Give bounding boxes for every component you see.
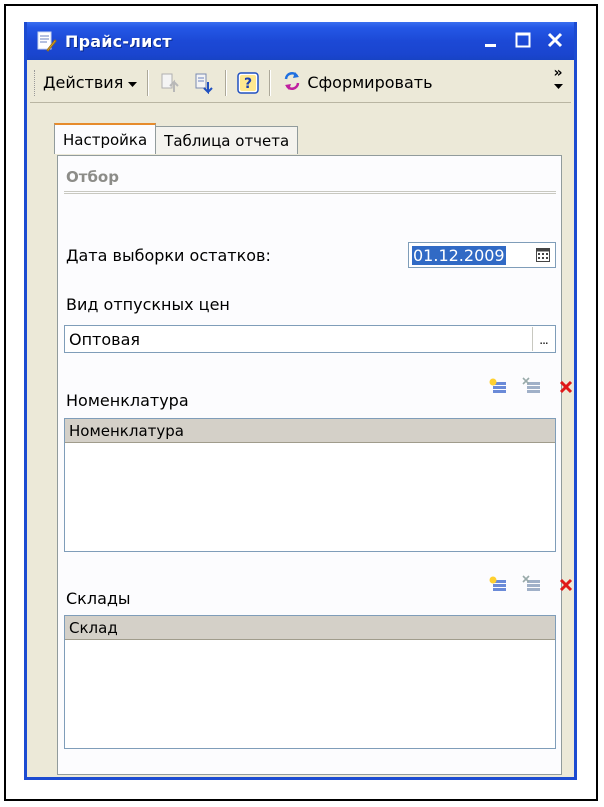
- close-icon[interactable]: [542, 27, 568, 53]
- price-type-value: Оптовая: [69, 329, 141, 349]
- nomenclature-label: Номенклатура: [66, 391, 189, 410]
- help-icon[interactable]: ?: [233, 68, 263, 98]
- delete-row-icon[interactable]: [522, 575, 542, 595]
- window-controls: [478, 27, 568, 53]
- svg-text:?: ?: [244, 76, 252, 92]
- tab-report-table[interactable]: Таблица отчета: [155, 126, 299, 154]
- chevron-down-icon: [553, 84, 563, 89]
- clear-icon[interactable]: [556, 377, 576, 397]
- actions-label: Действия: [43, 73, 124, 92]
- title-bar[interactable]: Прайс-лист: [27, 22, 574, 60]
- maximize-icon[interactable]: [510, 27, 536, 53]
- generate-label: Сформировать: [307, 73, 433, 92]
- window-title: Прайс-лист: [65, 31, 172, 51]
- column-header-nomenclature[interactable]: Номенклатура: [65, 419, 555, 443]
- warehouses-toolbar: [488, 575, 576, 595]
- date-value[interactable]: 01.12.2009: [412, 245, 506, 265]
- column-header-warehouse[interactable]: Склад: [65, 616, 555, 640]
- double-chevron-icon: »: [553, 65, 563, 81]
- actions-menu-button[interactable]: Действия: [37, 68, 143, 98]
- price-type-field[interactable]: Оптовая ...: [64, 325, 556, 353]
- generate-button[interactable]: Сформировать: [275, 70, 438, 96]
- toolbar-separator: [269, 69, 272, 96]
- save-settings-icon[interactable]: [189, 68, 219, 98]
- group-divider: [64, 191, 556, 194]
- refresh-icon: [281, 70, 303, 96]
- price-type-label: Вид отпускных цен: [66, 295, 230, 314]
- toolbar: Действия ? Сформировать »: [30, 63, 571, 103]
- tab-settings[interactable]: Настройка: [54, 123, 157, 154]
- toolbar-separator: [225, 69, 228, 96]
- add-row-icon[interactable]: [488, 575, 508, 595]
- add-row-icon[interactable]: [488, 377, 508, 397]
- settings-panel: Отбор Дата выборки остатков: 01.12.2009 …: [57, 155, 573, 775]
- date-label: Дата выборки остатков:: [66, 246, 271, 265]
- toolbar-overflow-button[interactable]: »: [551, 65, 565, 93]
- price-list-window: Прайс-лист Действия ? Сформировать » Нас…: [24, 22, 577, 780]
- document-icon: [35, 30, 57, 52]
- filter-group-title: Отбор: [66, 168, 119, 186]
- warehouses-label: Склады: [66, 589, 131, 608]
- nomenclature-table[interactable]: Номенклатура: [64, 418, 556, 552]
- warehouses-table[interactable]: Склад: [64, 615, 556, 749]
- delete-row-icon[interactable]: [522, 377, 542, 397]
- nomenclature-toolbar: [488, 377, 576, 397]
- chevron-down-icon: [128, 73, 138, 92]
- load-settings-icon[interactable]: [155, 68, 185, 98]
- calendar-icon[interactable]: [533, 245, 553, 265]
- clear-icon[interactable]: [556, 575, 576, 595]
- minimize-icon[interactable]: [478, 27, 504, 53]
- toolbar-separator: [147, 69, 150, 96]
- tab-strip: Настройка Таблица отчета: [54, 123, 299, 154]
- select-button[interactable]: ...: [532, 327, 554, 351]
- date-field[interactable]: 01.12.2009: [408, 242, 556, 268]
